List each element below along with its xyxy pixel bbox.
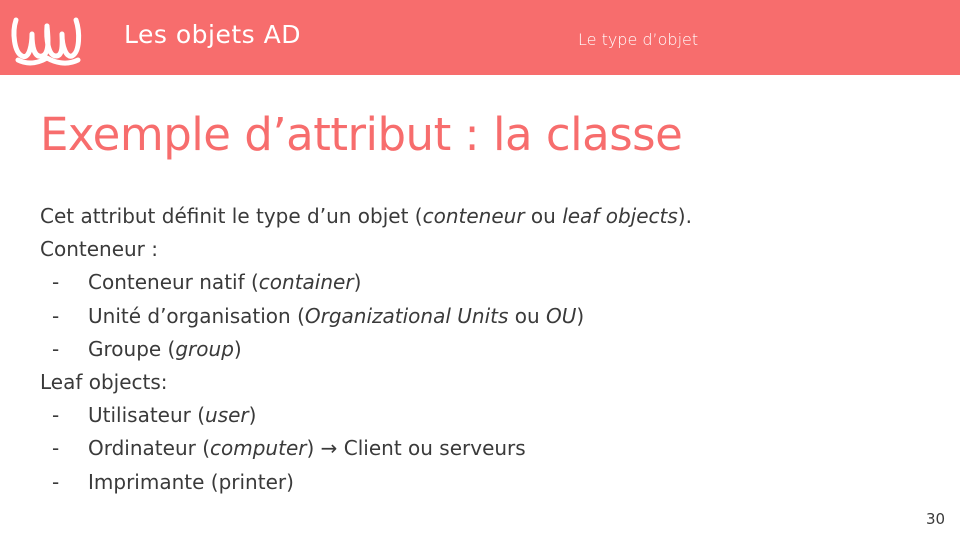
leaf-objects-heading: Leaf objects: [40, 369, 168, 394]
bullet-dash: - [52, 336, 60, 361]
list-item-text: Imprimante (printer) [88, 469, 294, 494]
header-title: Les objets AD [124, 20, 301, 49]
list-item: - Utilisateur (user) [40, 399, 920, 432]
bullet-dash: - [52, 469, 60, 494]
list-item-text: Conteneur natif (container) [88, 270, 362, 295]
list-item-text: Groupe (group) [88, 336, 242, 361]
conteneur-heading: Conteneur : [40, 237, 158, 262]
list-item-text: Utilisateur (user) [88, 403, 257, 428]
list-item: - Ordinateur (computer) → Client ou serv… [40, 432, 920, 465]
slide-title: Exemple d’attribut : la classe [40, 108, 683, 161]
page-number: 30 [926, 510, 946, 528]
list-item: - Conteneur natif (container) [40, 266, 920, 299]
wave-logo-icon [11, 17, 82, 66]
list-item: - Unité d’organisation (Organizational U… [40, 300, 920, 333]
intro-text: ). [677, 204, 692, 228]
header-bar: Les objets AD Le type d’objet [0, 0, 960, 75]
bullet-dash: - [52, 303, 60, 328]
bullet-dash: - [52, 403, 60, 428]
header-section-label: Le type d’objet [578, 30, 699, 49]
intro-paragraph: Cet attribut définit le type d’un objet … [40, 200, 920, 233]
intro-text: ou [524, 204, 563, 228]
list-item-text: Ordinateur (computer) → Client ou serveu… [88, 436, 526, 461]
bullet-dash: - [52, 436, 60, 461]
intro-text: Cet attribut définit le type d’un objet … [40, 204, 423, 228]
list-item: - Groupe (group) [40, 333, 920, 366]
intro-term-leaf-objects: leaf objects [562, 204, 678, 228]
list-item: - Imprimante (printer) [40, 466, 920, 499]
bullet-dash: - [52, 270, 60, 295]
list-item-text: Unité d’organisation (Organizational Uni… [88, 303, 585, 328]
intro-term-conteneur: conteneur [422, 204, 525, 228]
slide-body: Cet attribut définit le type d’un objet … [40, 200, 920, 499]
